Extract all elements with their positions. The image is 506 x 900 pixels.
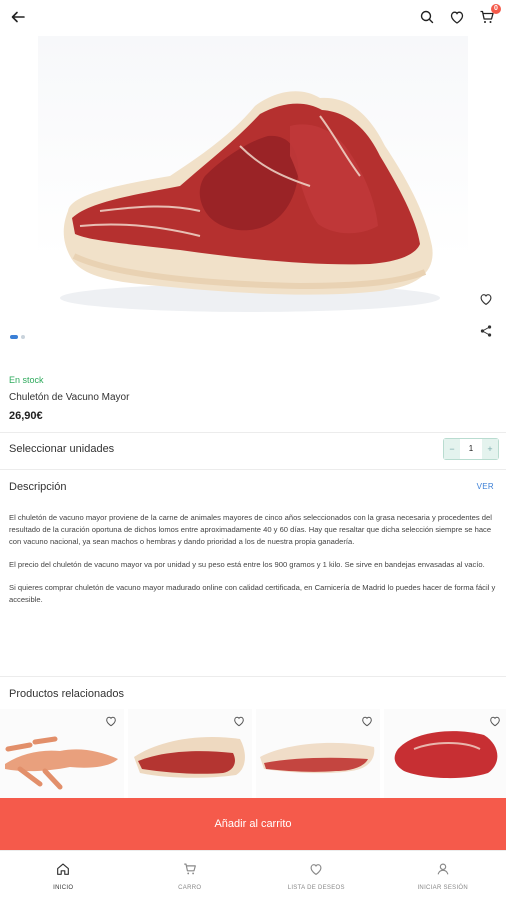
bottom-navigation: INICIO CARRO LISTA DE DESEOS INICIAR SES… — [0, 850, 506, 900]
pagination-dot-active[interactable] — [10, 335, 18, 339]
nav-item-label: LISTA DE DESEOS — [287, 884, 345, 891]
home-icon — [55, 861, 71, 882]
units-label: Seleccionar unidades — [9, 443, 115, 455]
gallery-pagination — [10, 335, 25, 339]
divider — [0, 432, 506, 433]
nav-item-label: CARRO — [178, 884, 202, 891]
description-paragraph: El chuletón de vacuno mayor proviene de … — [9, 513, 492, 546]
nav-item-login[interactable]: INICIAR SESIÓN — [380, 851, 506, 900]
back-arrow-icon[interactable] — [9, 8, 27, 26]
cart-badge: 0 — [491, 4, 501, 14]
heart-icon[interactable] — [448, 8, 466, 26]
related-heart-icon[interactable] — [232, 714, 246, 728]
product-image — [60, 91, 440, 312]
related-product-card[interactable] — [256, 709, 380, 799]
gallery-heart-icon[interactable] — [478, 291, 496, 309]
cart-icon — [182, 861, 198, 882]
pagination-dot[interactable] — [21, 335, 25, 339]
product-name: Chuletón de Vacuno Mayor — [9, 392, 130, 403]
product-price: 26,90€ — [9, 410, 43, 422]
add-to-cart-button[interactable]: Añadir al carrito — [0, 798, 506, 850]
nav-item-home[interactable]: INICIO — [0, 851, 127, 900]
related-product-card[interactable] — [128, 709, 252, 799]
quantity-value[interactable]: 1 — [460, 439, 482, 459]
related-products-carousel[interactable] — [0, 709, 506, 799]
quantity-stepper[interactable]: − 1 + — [443, 438, 499, 460]
related-heart-icon[interactable] — [488, 714, 502, 728]
decrement-button[interactable]: − — [444, 439, 460, 459]
top-bar: 0 — [0, 0, 506, 34]
nav-item-label: INICIAR SESIÓN — [417, 884, 469, 891]
divider — [0, 676, 506, 677]
related-product-card[interactable] — [0, 709, 124, 799]
description-body: El chuletón de vacuno mayor proviene de … — [9, 512, 497, 617]
description-more-link[interactable]: VER — [477, 482, 494, 491]
search-icon[interactable] — [418, 8, 436, 26]
description-title: Descripción — [9, 481, 67, 493]
related-product-card[interactable] — [384, 709, 506, 799]
description-paragraph: Si quieres comprar chuletón de vacuno ma… — [9, 583, 496, 604]
related-heart-icon[interactable] — [104, 714, 118, 728]
heart-icon — [308, 861, 324, 882]
nav-item-cart[interactable]: CARRO — [127, 851, 254, 900]
user-icon — [435, 861, 451, 882]
share-icon[interactable] — [478, 323, 496, 341]
increment-button[interactable]: + — [482, 439, 498, 459]
nav-item-wishlist[interactable]: LISTA DE DESEOS — [253, 851, 380, 900]
divider — [0, 469, 506, 470]
description-paragraph: El precio del chuletón de vacuno mayor v… — [9, 560, 485, 569]
related-products-title: Productos relacionados — [9, 688, 124, 700]
related-heart-icon[interactable] — [360, 714, 374, 728]
stock-status: En stock — [9, 375, 44, 385]
product-gallery[interactable] — [0, 36, 506, 354]
nav-item-label: INICIO — [53, 884, 74, 891]
cart-icon[interactable]: 0 — [478, 4, 501, 26]
